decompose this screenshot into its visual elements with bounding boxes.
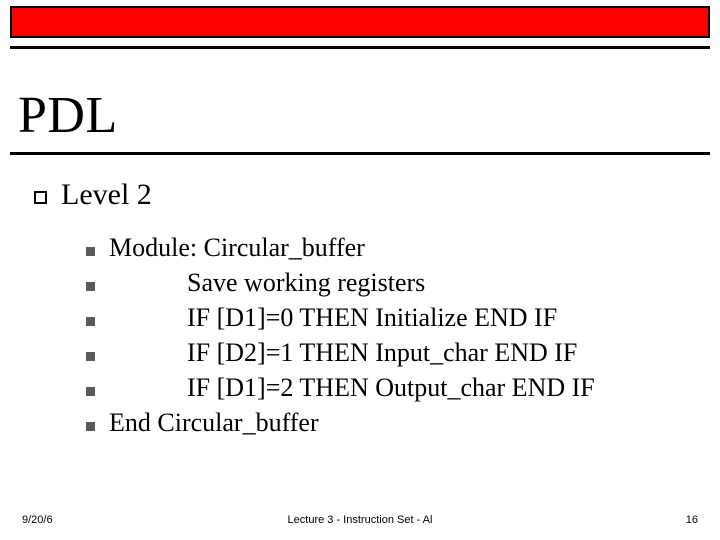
footer-center: Lecture 3 - Instruction Set - Al [22, 514, 698, 526]
square-bullet-icon [86, 422, 95, 431]
list-item-text: Module: Circular_buffer [109, 230, 365, 265]
top-bar [10, 6, 710, 38]
header-red-band [10, 6, 710, 38]
square-bullet-icon [86, 352, 95, 361]
square-bullet-icon [86, 247, 95, 256]
level1-item: Level 2 [34, 178, 700, 212]
divider-top [10, 46, 710, 49]
content-area: Level 2 Module: Circular_buffer Save wor… [34, 178, 700, 441]
list-item: Save working registers [86, 265, 700, 300]
list-item-text: IF [D1]=0 THEN Initialize END IF [109, 300, 557, 335]
footer: 9/20/6 Lecture 3 - Instruction Set - Al … [22, 514, 698, 526]
divider-under-title [10, 152, 710, 155]
level2-list: Module: Circular_buffer Save working reg… [86, 230, 700, 441]
list-item: IF [D2]=1 THEN Input_char END IF [86, 335, 700, 370]
slide: PDL Level 2 Module: Circular_buffer Save… [0, 0, 720, 540]
list-item: IF [D1]=2 THEN Output_char END IF [86, 370, 700, 405]
list-item-text: IF [D2]=1 THEN Input_char END IF [109, 335, 577, 370]
slide-title: PDL [18, 86, 118, 145]
square-bullet-icon [86, 387, 95, 396]
list-item: IF [D1]=0 THEN Initialize END IF [86, 300, 700, 335]
level1-text: Level 2 [61, 178, 152, 212]
list-item: End Circular_buffer [86, 405, 700, 440]
list-item: Module: Circular_buffer [86, 230, 700, 265]
square-bullet-icon [86, 282, 95, 291]
square-bullet-icon [34, 191, 47, 204]
square-bullet-icon [86, 317, 95, 326]
list-item-text: Save working registers [109, 265, 425, 300]
list-item-text: End Circular_buffer [109, 405, 319, 440]
list-item-text: IF [D1]=2 THEN Output_char END IF [109, 370, 595, 405]
